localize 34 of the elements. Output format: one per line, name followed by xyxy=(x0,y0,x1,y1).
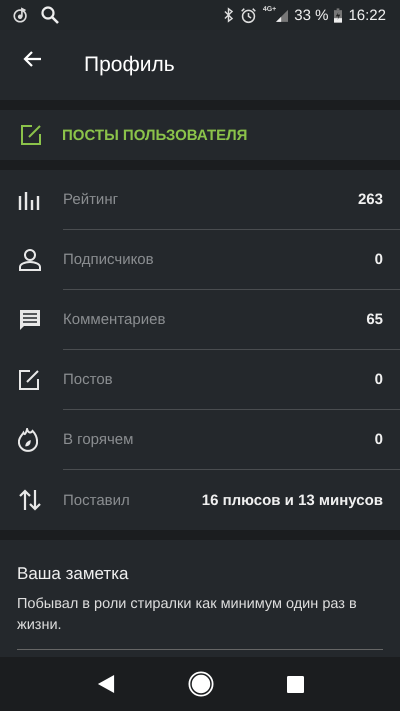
stat-label: Рейтинг xyxy=(63,191,118,208)
stat-value: 65 xyxy=(366,311,383,328)
up-down-arrows-icon xyxy=(18,489,42,511)
battery-percent: 33 % xyxy=(294,6,328,24)
stat-label: Подписчиков xyxy=(63,251,154,268)
clock-time: 16:22 xyxy=(348,6,386,24)
stat-value: 0 xyxy=(374,431,383,448)
stat-value: 263 xyxy=(358,191,383,208)
edit-icon xyxy=(18,369,40,391)
edit-icon xyxy=(20,124,42,146)
signal-icon xyxy=(276,7,288,23)
battery-icon xyxy=(334,8,342,22)
comment-icon xyxy=(18,308,42,332)
stat-label: Комментариев xyxy=(63,311,166,328)
home-icon[interactable] xyxy=(188,671,214,697)
alarm-icon xyxy=(240,6,257,24)
stat-value: 0 xyxy=(374,371,383,388)
note-title: Ваша заметка xyxy=(17,564,130,584)
stat-value: 0 xyxy=(374,251,383,268)
back-arrow-icon xyxy=(23,49,43,69)
back-icon[interactable] xyxy=(96,674,114,694)
stat-label: Постов xyxy=(63,371,113,388)
search-icon xyxy=(40,5,60,25)
person-icon xyxy=(18,248,42,272)
stat-value: 16 плюсов и 13 минусов xyxy=(202,492,383,508)
stat-label: В горячем xyxy=(63,431,134,448)
stat-label: Поставил xyxy=(63,492,130,508)
recents-icon[interactable] xyxy=(286,676,304,692)
user-posts-button[interactable]: ПОСТЫ ПОЛЬЗОВАТЕЛЯ xyxy=(0,110,400,160)
bar-chart-icon xyxy=(18,190,40,210)
note-text: Побывал в роли стиралки как минимум один раз в жизни. xyxy=(17,595,358,635)
screen-title: Профиль xyxy=(84,53,175,77)
flame-icon xyxy=(18,428,38,452)
bluetooth-icon xyxy=(222,7,234,23)
